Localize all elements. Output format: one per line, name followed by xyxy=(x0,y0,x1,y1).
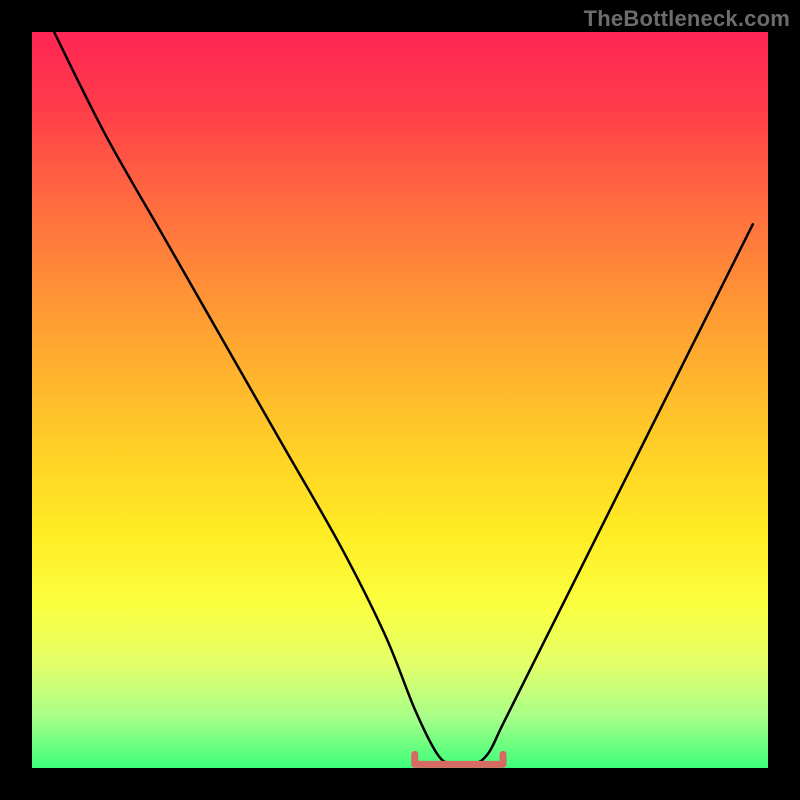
plot-area xyxy=(32,32,768,768)
trough-marker xyxy=(415,754,503,764)
watermark-text: TheBottleneck.com xyxy=(584,6,790,32)
curve-path xyxy=(54,32,753,766)
bottleneck-curve xyxy=(32,32,768,768)
chart-container: TheBottleneck.com xyxy=(0,0,800,800)
